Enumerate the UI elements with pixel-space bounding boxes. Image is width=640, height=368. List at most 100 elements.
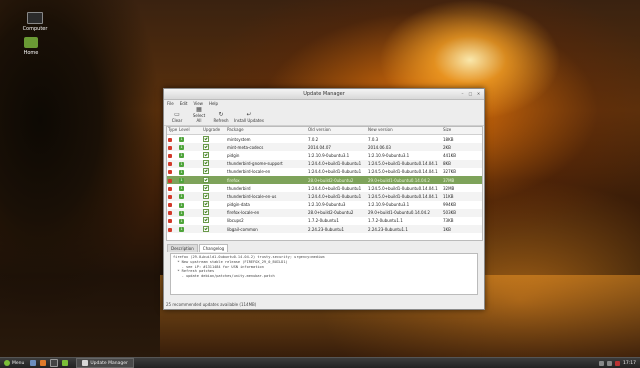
new-version: 1:2.10.9-0ubuntu3.1 <box>368 202 410 208</box>
col-upgrade[interactable]: Upgrade <box>202 127 226 134</box>
upgrade-checkbox[interactable] <box>202 217 226 224</box>
table-row[interactable]: 1 thunderbird-locale-en 1:24.4.0+build1-0u… <box>167 168 482 176</box>
package-name: libgail-common <box>227 226 258 232</box>
tab-changelog[interactable]: Changelog <box>198 244 229 252</box>
refresh-label: Refresh <box>213 118 229 123</box>
table-row[interactable]: 1 thunderbird 1:24.4.0+build1-0ubuntu1 1:24… <box>167 184 482 192</box>
level-badge: 1 <box>178 210 202 216</box>
upgrade-checkbox[interactable] <box>202 176 226 184</box>
type-icon <box>167 227 178 232</box>
volume-icon[interactable] <box>607 360 613 366</box>
network-icon[interactable] <box>599 360 605 366</box>
security-update-icon <box>168 219 172 224</box>
computer-icon <box>27 12 43 24</box>
upgrade-checkbox[interactable] <box>202 225 226 233</box>
table-row[interactable]: 1 thunderbird-locale-en-us 1:24.4.0+build1… <box>167 192 482 201</box>
upgrade-checkbox[interactable] <box>202 151 226 159</box>
table-row[interactable]: 1 libgail-common 2.24.23-0ubuntu1 2.24.23-0… <box>167 225 482 234</box>
upgrade-checkbox[interactable] <box>202 201 226 208</box>
upgrade-checkbox[interactable] <box>202 135 226 143</box>
menu-file[interactable]: File <box>167 101 174 106</box>
desktop-icon-label: Home <box>23 50 39 56</box>
desktop-icon-computer[interactable]: Computer <box>20 12 50 32</box>
table-row[interactable]: 1 thunderbird-gnome-support 1:24.4.0+build… <box>167 159 482 168</box>
old-version: 1:24.4.0+build1-0ubuntu1 <box>308 169 362 175</box>
refresh-button[interactable]: ↻ Refresh <box>212 111 230 125</box>
changelog-line: - update debian/patches/unity-menubar.pa… <box>173 274 275 279</box>
close-icon[interactable]: ✕ <box>476 91 481 96</box>
type-icon <box>167 169 178 175</box>
table-row[interactable]: 1 pidgin 1:2.10.9-0ubuntu3.1 1:2.10.9-0ubun… <box>167 151 482 159</box>
level-value: 1 <box>179 137 184 143</box>
package-name: firefox-locale-en <box>227 210 260 216</box>
col-old-version[interactable]: Old version <box>307 127 367 134</box>
update-tray-icon[interactable] <box>615 360 621 366</box>
select-all-button[interactable]: ▦ Select All <box>190 106 208 125</box>
checkbox-checked-icon <box>203 151 209 158</box>
level-value: 1 <box>179 210 184 216</box>
size: 18KB <box>443 136 454 142</box>
new-version: 2.24.23-0ubuntu1.1 <box>368 226 408 232</box>
maximize-icon[interactable]: □ <box>468 91 473 96</box>
titlebar[interactable]: Update Manager – □ ✕ <box>164 89 484 100</box>
level-badge: 1 <box>178 152 202 159</box>
security-update-icon <box>168 178 172 183</box>
status-bar: 25 recommended updates available (114MB) <box>166 302 257 307</box>
minimize-icon[interactable]: – <box>460 91 465 96</box>
size: 1KB <box>443 226 451 232</box>
type-icon <box>167 218 178 224</box>
type-icon <box>167 194 178 199</box>
taskbar-window-update-manager[interactable]: Update Manager <box>76 358 134 368</box>
refresh-icon: ↻ <box>218 111 224 118</box>
col-package[interactable]: Package <box>226 127 307 134</box>
upgrade-checkbox[interactable] <box>202 184 226 192</box>
old-version: 1.7.2-0ubuntu1 <box>308 218 339 224</box>
upgrade-checkbox[interactable] <box>202 192 226 200</box>
package-name: thunderbird <box>227 185 251 191</box>
col-size[interactable]: Size <box>442 127 472 134</box>
upgrade-checkbox[interactable] <box>202 160 226 167</box>
tab-description[interactable]: Description <box>167 244 198 252</box>
clock[interactable]: 17:17 <box>623 361 636 366</box>
show-desktop-icon[interactable] <box>30 360 37 366</box>
size: 37MB <box>443 177 455 183</box>
upgrade-checkbox[interactable] <box>202 209 226 216</box>
type-icon <box>167 137 178 142</box>
old-version: 7.0.2 <box>308 136 319 142</box>
package-name: thunderbird-gnome-support <box>227 161 283 167</box>
table-row[interactable]: 1 firefox 28.0+build2-0ubuntu2 29.0+build1-… <box>167 175 482 185</box>
col-level[interactable]: Level <box>178 127 202 134</box>
checkbox-checked-icon <box>203 135 209 142</box>
table-row[interactable]: 1 firefox-locale-en 28.0+build2-0ubuntu2 29… <box>167 208 482 217</box>
desktop-icon-home[interactable]: Home <box>16 37 46 56</box>
toolbar: ▭ Clear ▦ Select All ↻ Refresh ↵ Install… <box>164 106 484 126</box>
package-name: mintsystem <box>227 136 251 142</box>
table-row[interactable]: 1 pidgin-data 1:2.10.9-0ubuntu3 1:2.10.9-0u… <box>167 201 482 209</box>
new-version: 1:24.5.0+build1-0ubuntu0.14.04.1 <box>368 161 438 167</box>
install-updates-button[interactable]: ↵ Install Updates <box>234 111 264 125</box>
task-label: Update Manager <box>90 360 128 366</box>
level-badge: 1 <box>178 144 202 151</box>
table-row[interactable]: 1 libcups2 1.7.2-0ubuntu1 1.7.2-0ubuntu1.1 7… <box>167 217 482 225</box>
level-value: 1 <box>179 169 184 175</box>
security-update-icon <box>168 186 172 191</box>
clear-button[interactable]: ▭ Clear <box>168 111 186 125</box>
new-version: 1:24.5.0+build1-0ubuntu0.14.04.1 <box>368 185 438 191</box>
menu-help[interactable]: Help <box>209 101 218 106</box>
details-tabs: Description Changelog <box>167 244 229 252</box>
old-version: 28.0+build2-0ubuntu2 <box>308 210 354 216</box>
files-launcher-icon[interactable] <box>62 360 69 366</box>
checkbox-checked-icon <box>203 217 209 224</box>
new-version: 1:24.5.0+build1-0ubuntu0.14.04.1 <box>368 193 438 199</box>
firefox-launcher-icon[interactable] <box>40 360 47 366</box>
col-new-version[interactable]: New version <box>367 127 442 134</box>
menu-edit[interactable]: Edit <box>180 101 188 106</box>
type-icon <box>167 202 178 208</box>
upgrade-checkbox[interactable] <box>202 168 226 175</box>
table-row[interactable]: 1 mintsystem 7.0.2 7.0.3 18KB <box>167 135 482 143</box>
upgrade-checkbox[interactable] <box>202 143 226 151</box>
terminal-launcher-icon[interactable] <box>50 359 59 367</box>
table-row[interactable]: 1 mint-meta-codecs 2014.04.07 2014.06.03 2KB <box>167 143 482 152</box>
col-type[interactable]: Type <box>167 127 178 134</box>
menu-button[interactable]: Menu <box>0 360 28 366</box>
